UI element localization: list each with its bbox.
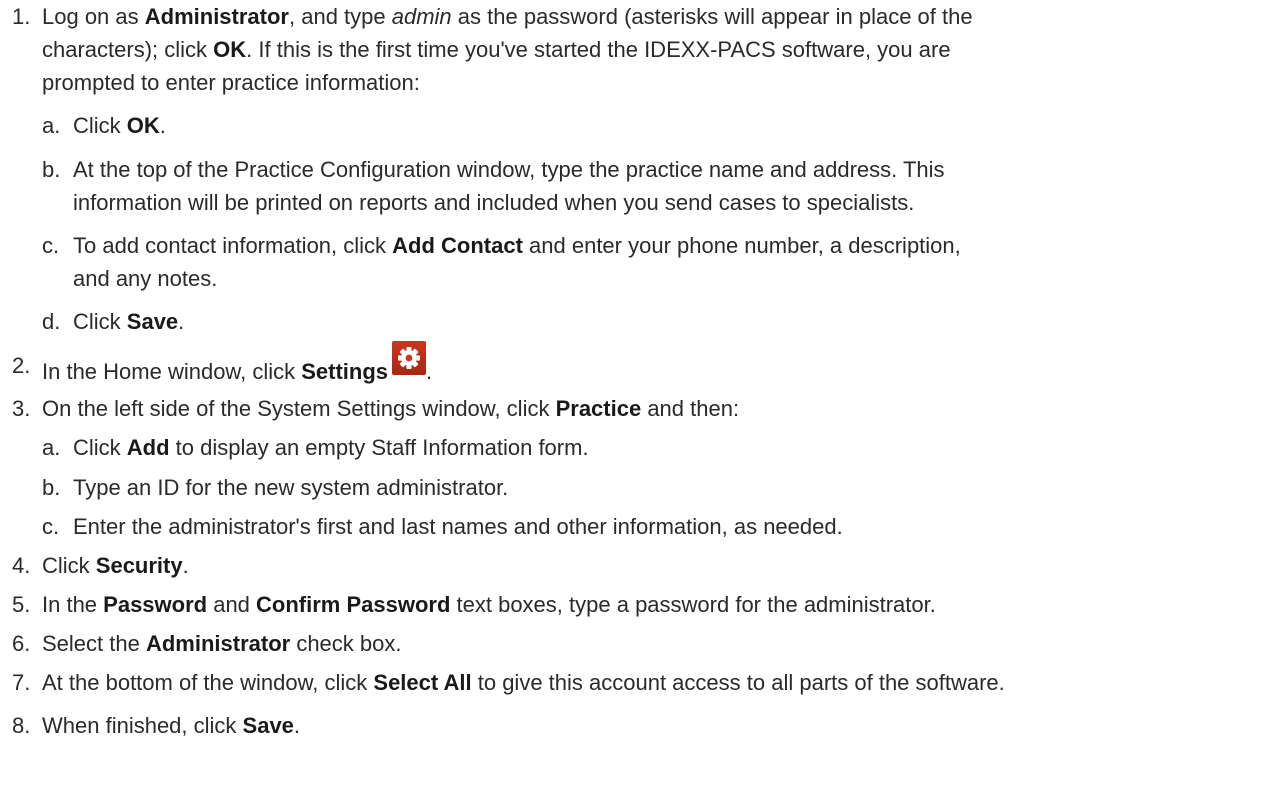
ui-term: Add xyxy=(126,435,170,460)
text-run: and then: xyxy=(641,396,740,421)
step-number: 1. xyxy=(12,4,31,29)
text-run: and any notes. xyxy=(73,266,218,291)
step-number: 6. xyxy=(12,631,31,656)
text-run: Enter the administrator's first and last… xyxy=(73,514,843,539)
step-number: 7. xyxy=(12,670,31,695)
text-run: to give this account access to all parts… xyxy=(471,670,1005,695)
substep-letter: b. xyxy=(42,157,61,182)
substep-text-line: Click Save. xyxy=(73,307,184,337)
text-run: Log on as xyxy=(42,4,145,29)
step-text-line: At the bottom of the window, click Selec… xyxy=(42,668,1005,698)
text-run: characters); click xyxy=(42,37,214,62)
step-number: 5. xyxy=(12,592,31,617)
emphasis-text: admin xyxy=(391,4,452,29)
text-run: as the password (asterisks will appear i… xyxy=(451,4,973,29)
text-run: information will be printed on reports a… xyxy=(73,190,915,215)
substep-letter: b. xyxy=(42,475,61,500)
ui-term: Practice xyxy=(555,396,642,421)
step-text-line: characters); click OK. If this is the fi… xyxy=(42,35,951,65)
text-run: . xyxy=(426,359,433,384)
ui-term: OK xyxy=(126,113,160,138)
text-run: On the left side of the System Settings … xyxy=(42,396,556,421)
substep-text-line: At the top of the Practice Configuration… xyxy=(73,155,945,185)
text-run: Click xyxy=(73,309,127,334)
text-run: to display an empty Staff Information fo… xyxy=(169,435,589,460)
ui-term: Administrator xyxy=(144,4,289,29)
ui-term: Add Contact xyxy=(392,233,523,258)
text-run: Click xyxy=(73,435,127,460)
text-run: Select the xyxy=(42,631,146,656)
substep-text-line: Click OK. xyxy=(73,111,166,141)
substep-text-line: Click Add to display an empty Staff Info… xyxy=(73,433,589,463)
instruction-document: 1. Log on as Administrator, and type admi… xyxy=(0,0,1285,806)
text-run: . xyxy=(293,713,301,738)
ui-term: Administrator xyxy=(145,631,291,656)
substep-text-line: Enter the administrator's first and last… xyxy=(73,512,843,542)
step-text-line: In the Password and Confirm Password tex… xyxy=(42,590,936,620)
text-run: and xyxy=(207,592,257,617)
text-run: When finished, click xyxy=(42,713,243,738)
ui-term: Save xyxy=(126,309,179,334)
ui-term: Password xyxy=(103,592,208,617)
text-run: check box. xyxy=(290,631,402,656)
step-text-line: Select the Administrator check box. xyxy=(42,629,401,659)
ui-term: Save xyxy=(242,713,294,738)
ui-term: OK xyxy=(213,37,247,62)
text-run: . If this is the first time you've start… xyxy=(246,37,951,62)
text-run: . xyxy=(178,309,185,334)
substep-letter: c. xyxy=(42,233,60,258)
substep-text-line: information will be printed on reports a… xyxy=(73,188,914,218)
step-number: 4. xyxy=(12,553,31,578)
ui-term: Confirm Password xyxy=(256,592,451,617)
text-run: text boxes, type a password for the admi… xyxy=(450,592,936,617)
text-run: and enter your phone number, a descripti… xyxy=(522,233,961,258)
text-run: . xyxy=(182,553,189,578)
step-number: 3. xyxy=(12,396,31,421)
ui-term: Select All xyxy=(373,670,472,695)
gear-icon xyxy=(392,341,427,375)
step-text-line: On the left side of the System Settings … xyxy=(42,394,739,424)
step-text-line: Log on as Administrator, and type admin … xyxy=(42,2,973,32)
step-text-line: prompted to enter practice information: xyxy=(42,68,420,98)
text-run: Click xyxy=(73,113,127,138)
text-run: . xyxy=(159,113,166,138)
step-text-line: Click Security. xyxy=(42,551,189,581)
text-run: , and type xyxy=(289,4,392,29)
text-run: Type an ID for the new system administra… xyxy=(73,475,509,500)
text-run: At the bottom of the window, click xyxy=(42,670,374,695)
substep-letter: a. xyxy=(42,435,61,460)
ui-term: Security xyxy=(95,553,183,578)
step-number: 8. xyxy=(12,713,31,738)
substep-text-line: Type an ID for the new system administra… xyxy=(73,473,508,503)
step-text-line: When finished, click Save. xyxy=(42,711,300,741)
text-run: In the Home window, click xyxy=(42,359,302,384)
text-run: In the xyxy=(42,592,104,617)
substep-letter: c. xyxy=(42,514,60,539)
ui-term: Settings xyxy=(301,359,389,384)
step-number: 2. xyxy=(12,353,31,378)
text-run: prompted to enter practice information: xyxy=(42,70,420,95)
text-run: Click xyxy=(42,553,96,578)
substep-letter: d. xyxy=(42,309,61,334)
substep-text-line: and any notes. xyxy=(73,264,217,294)
substep-letter: a. xyxy=(42,113,61,138)
substep-text-line: To add contact information, click Add Co… xyxy=(73,231,961,261)
text-run: To add contact information, click xyxy=(73,233,393,258)
text-run: At the top of the Practice Configuration… xyxy=(73,157,945,182)
step-text-line: In the Home window, click Settings. xyxy=(42,341,433,387)
